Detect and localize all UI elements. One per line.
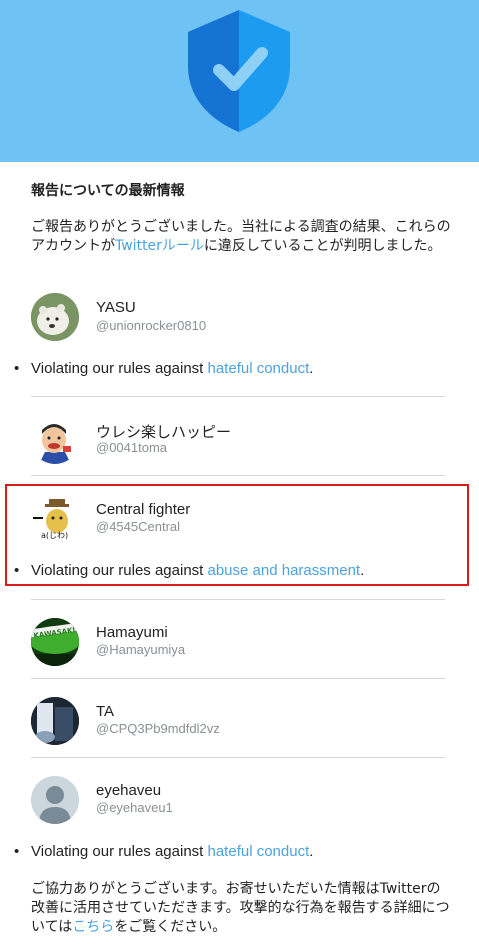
report-intro: ご報告ありがとうございました。当社による調査の結果、これらのアカウントがTwit… [31, 218, 451, 256]
avatar[interactable] [31, 776, 79, 824]
kawasaki-image: KAWASAKI [31, 618, 79, 666]
divider [31, 678, 445, 679]
shield-check-icon [188, 10, 290, 132]
default-profile-icon [31, 776, 79, 824]
polar-bear-image [31, 293, 79, 341]
hateful-conduct-link[interactable]: hateful conduct [208, 360, 310, 377]
account-handle[interactable]: @eyehaveu1 [96, 800, 173, 815]
avatar[interactable]: KAWASAKI [31, 618, 79, 666]
twitter-rules-link[interactable]: Twitterルール [115, 238, 204, 254]
divider [31, 757, 445, 758]
highlight-box [5, 484, 469, 586]
account-name[interactable]: YASU [96, 299, 136, 316]
avatar[interactable] [31, 697, 79, 745]
divider [31, 475, 445, 476]
intro-text-end: に違反していることが判明しました。 [203, 238, 442, 254]
violation-suffix: . [309, 843, 314, 860]
account-handle[interactable]: @unionrocker0810 [96, 318, 206, 333]
cartoon-face-image [31, 416, 79, 464]
violation-text: Violating our rules against [31, 843, 208, 860]
account-name[interactable]: Hamayumi [96, 624, 168, 641]
violation-text: Violating our rules against [31, 360, 208, 377]
divider [31, 396, 445, 397]
dark-photo-image [31, 697, 79, 745]
avatar[interactable] [31, 293, 79, 341]
account-name[interactable]: ウレシ楽しハッピー [96, 421, 231, 442]
account-handle[interactable]: @CPQ3Pb9mdfdl2vz [96, 721, 220, 736]
account-name[interactable]: eyehaveu [96, 782, 161, 799]
footer-end: をご覧ください。 [114, 919, 227, 935]
account-name[interactable]: TA [96, 703, 114, 720]
account-handle[interactable]: @Hamayumiya [96, 642, 185, 657]
details-link[interactable]: こちら [72, 919, 114, 935]
account-handle[interactable]: @0041toma [96, 440, 167, 455]
violation-item: Violating our rules against hateful cond… [14, 843, 314, 860]
violation-suffix: . [309, 360, 314, 377]
avatar[interactable] [31, 416, 79, 464]
hateful-conduct-link[interactable]: hateful conduct [208, 843, 310, 860]
footer-text: ご協力ありがとうございます。お寄せいただいた情報はTwitterの改善に活用させ… [31, 880, 451, 937]
header-banner [0, 0, 479, 162]
violation-item: Violating our rules against hateful cond… [14, 360, 314, 377]
report-title: 報告についての最新情報 [31, 183, 185, 199]
divider [31, 599, 445, 600]
